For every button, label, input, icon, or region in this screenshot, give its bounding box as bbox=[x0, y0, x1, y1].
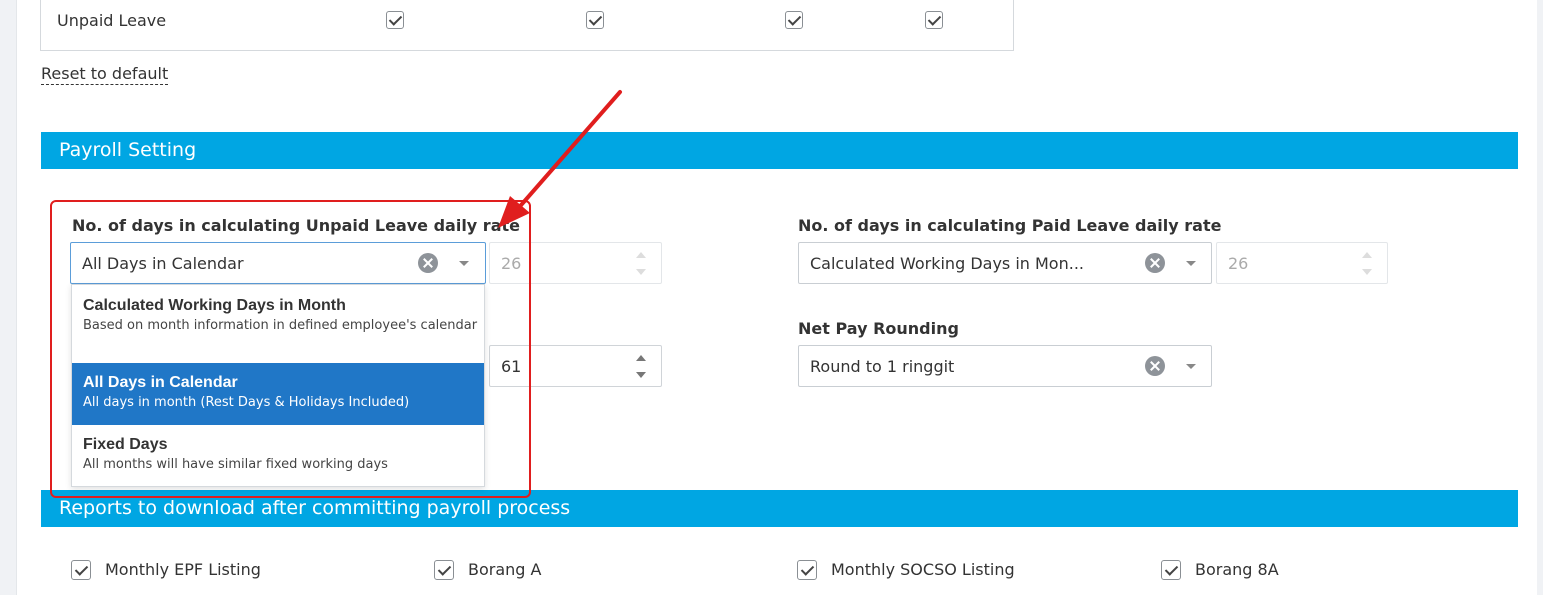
chevron-down-icon[interactable] bbox=[1186, 364, 1196, 369]
net-pay-rounding-label: Net Pay Rounding bbox=[798, 319, 959, 338]
leave-checkbox-col1[interactable] bbox=[386, 11, 404, 29]
clear-icon[interactable] bbox=[418, 253, 438, 273]
spin-up-icon[interactable] bbox=[636, 355, 646, 361]
dropdown-option[interactable]: Fixed Days All months will have similar … bbox=[72, 425, 484, 487]
reports-section-header: Reports to download after committing pay… bbox=[41, 490, 1518, 527]
numeric-setting-input[interactable]: 61 bbox=[489, 345, 662, 387]
spin-down-icon[interactable] bbox=[636, 269, 646, 275]
payroll-setting-header: Payroll Setting bbox=[41, 132, 1518, 169]
spin-up-icon[interactable] bbox=[636, 252, 646, 258]
reset-to-default-link[interactable]: Reset to default bbox=[41, 64, 169, 85]
report-checkbox[interactable] bbox=[1161, 560, 1181, 580]
leave-checkbox-col4[interactable] bbox=[925, 11, 943, 29]
unpaid-leave-rate-label: No. of days in calculating Unpaid Leave … bbox=[72, 216, 520, 235]
option-description: All days in month (Rest Days & Holidays … bbox=[83, 395, 410, 410]
numeric-setting-value: 61 bbox=[501, 357, 522, 376]
unpaid-leave-rate-select[interactable]: All Days in Calendar bbox=[70, 242, 486, 284]
report-checkbox[interactable] bbox=[71, 560, 91, 580]
right-scroll-gutter bbox=[1537, 0, 1543, 595]
unpaid-leave-rate-dropdown: Calculated Working Days in Month Based o… bbox=[71, 284, 485, 487]
option-title: Calculated Working Days in Month bbox=[83, 297, 346, 314]
option-title: All Days in Calendar bbox=[83, 374, 238, 391]
report-label: Borang A bbox=[468, 560, 542, 579]
paid-leave-days-value: 26 bbox=[1228, 254, 1249, 273]
paid-leave-rate-select[interactable]: Calculated Working Days in Mon... bbox=[798, 242, 1212, 284]
spin-down-icon[interactable] bbox=[636, 372, 646, 378]
leave-checkbox-col3[interactable] bbox=[785, 11, 803, 29]
report-checkbox[interactable] bbox=[797, 560, 817, 580]
paid-leave-rate-value: Calculated Working Days in Mon... bbox=[810, 254, 1084, 273]
spin-down-icon[interactable] bbox=[1362, 269, 1372, 275]
unpaid-leave-days-input[interactable]: 26 bbox=[489, 242, 662, 284]
unpaid-leave-rate-value: All Days in Calendar bbox=[82, 254, 244, 273]
clear-icon[interactable] bbox=[1145, 253, 1165, 273]
report-label: Borang 8A bbox=[1195, 560, 1279, 579]
clear-icon[interactable] bbox=[1145, 356, 1165, 376]
leave-row-label: Unpaid Leave bbox=[57, 11, 167, 30]
option-description: Based on month information in defined em… bbox=[83, 318, 478, 333]
chevron-down-icon[interactable] bbox=[459, 261, 469, 266]
report-label: Monthly SOCSO Listing bbox=[831, 560, 1015, 579]
paid-leave-days-input[interactable]: 26 bbox=[1216, 242, 1388, 284]
left-gutter bbox=[0, 0, 17, 595]
option-description: All months will have similar fixed worki… bbox=[83, 457, 388, 472]
dropdown-option[interactable]: Calculated Working Days in Month Based o… bbox=[72, 297, 484, 363]
net-pay-rounding-select[interactable]: Round to 1 ringgit bbox=[798, 345, 1212, 387]
unpaid-leave-days-value: 26 bbox=[501, 254, 522, 273]
leave-type-table: Unpaid Leave bbox=[40, 0, 1014, 51]
report-label: Monthly EPF Listing bbox=[105, 560, 261, 579]
leave-checkbox-col2[interactable] bbox=[586, 11, 604, 29]
report-checkbox[interactable] bbox=[434, 560, 454, 580]
option-title: Fixed Days bbox=[83, 436, 168, 453]
spin-up-icon[interactable] bbox=[1362, 252, 1372, 258]
chevron-down-icon[interactable] bbox=[1186, 261, 1196, 266]
dropdown-option-selected[interactable]: All Days in Calendar All days in month (… bbox=[72, 363, 484, 425]
net-pay-rounding-value: Round to 1 ringgit bbox=[810, 357, 955, 376]
paid-leave-rate-label: No. of days in calculating Paid Leave da… bbox=[798, 216, 1222, 235]
